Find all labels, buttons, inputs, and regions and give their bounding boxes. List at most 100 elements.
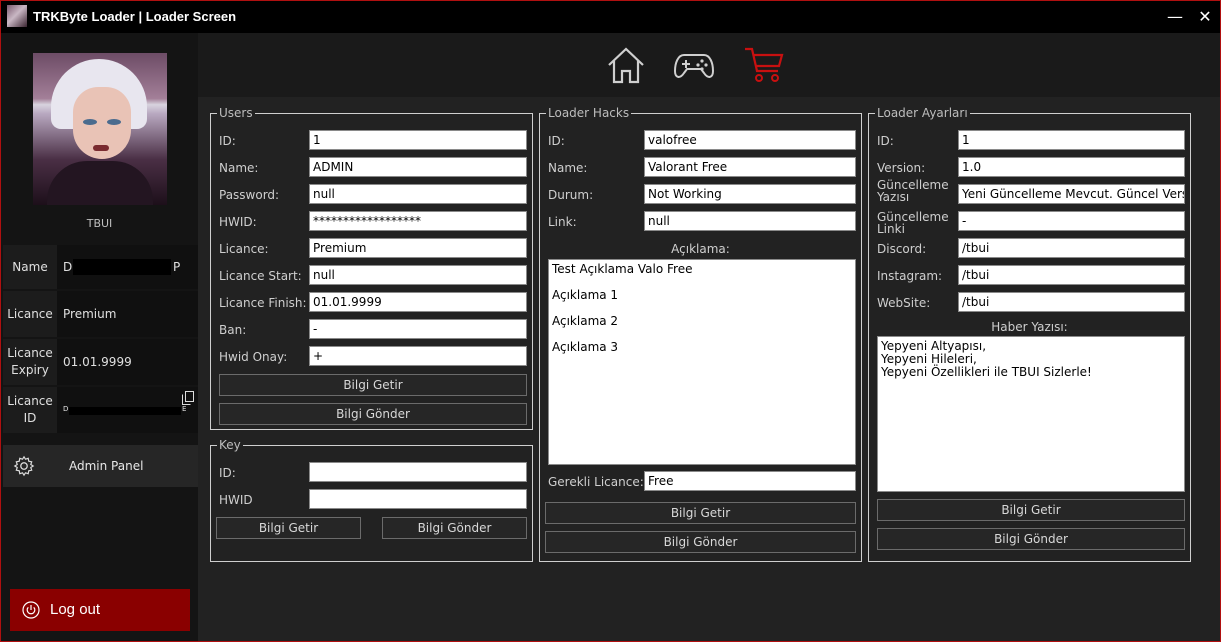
hack-link-field[interactable]: null — [644, 211, 856, 231]
info-row-licance-expiry: Licance Expiry 01.01.9999 — [3, 339, 198, 385]
field-label: Hwid Onay: — [219, 350, 288, 364]
field-label: Licance: — [219, 242, 269, 256]
hack-name-field[interactable]: Valorant Free — [644, 157, 856, 177]
settings-version-field[interactable]: 1.0 — [958, 157, 1185, 177]
info-label: Name — [3, 245, 57, 289]
main-content: Users ID: 1 Name: ADMIN Password: null H… — [198, 97, 1220, 641]
minimize-button[interactable]: — — [1165, 7, 1185, 27]
user-licance-finish-field[interactable]: 01.01.9999 — [309, 292, 527, 312]
news-label: Haber Yazısı: — [991, 320, 1068, 334]
field-label: Name: — [548, 161, 588, 175]
field-label: HWID: — [219, 215, 257, 229]
title-bar: TRKByte Loader | Loader Screen — ✕ — [1, 1, 1220, 33]
power-icon — [22, 601, 40, 619]
users-send-button[interactable]: Bilgi Gönder — [219, 403, 527, 425]
settings-send-button[interactable]: Bilgi Gönder — [877, 528, 1185, 550]
field-label: Durum: — [548, 188, 594, 202]
close-button[interactable]: ✕ — [1195, 7, 1215, 27]
copy-icon[interactable] — [182, 391, 194, 405]
field-label: ID: — [219, 134, 236, 148]
redacted-block — [69, 407, 181, 415]
field-label: ID: — [877, 134, 894, 148]
app-window: TRKByte Loader | Loader Screen — ✕ TBUI … — [0, 0, 1221, 642]
users-panel-title: Users — [217, 106, 255, 120]
field-label: Licance Start: — [219, 269, 302, 283]
user-id-field[interactable]: 1 — [309, 130, 527, 150]
user-hwid-field[interactable]: ****************** — [309, 211, 527, 231]
hacks-panel: Loader Hacks ID: valofree Name: Valorant… — [539, 106, 862, 562]
hacks-panel-title: Loader Hacks — [546, 106, 632, 120]
hack-durum-field[interactable]: Not Working — [644, 184, 856, 204]
field-label: Password: — [219, 188, 280, 202]
info-row-name: Name D P — [3, 245, 198, 289]
field-label: Güncelleme Yazısı — [877, 178, 949, 204]
field-label: Name: — [219, 161, 259, 175]
users-panel: Users ID: 1 Name: ADMIN Password: null H… — [210, 106, 533, 430]
hacks-get-button[interactable]: Bilgi Getir — [545, 502, 856, 524]
user-name-field[interactable]: ADMIN — [309, 157, 527, 177]
description-textarea[interactable]: Test Açıklama Valo Free Açıklama 1 Açıkl… — [548, 259, 856, 465]
redacted-block — [73, 259, 171, 275]
info-value-end: P — [173, 260, 181, 274]
logout-label: Log out — [50, 601, 101, 618]
username-label: TBUI — [86, 217, 113, 230]
field-label: HWID — [219, 493, 253, 507]
user-ban-field[interactable]: - — [309, 319, 527, 339]
user-licance-field[interactable]: Premium — [309, 238, 527, 258]
key-panel: Key ID: HWID Bilgi Getir Bilgi Gönder — [210, 438, 533, 562]
field-label: Güncelleme Linki — [877, 210, 949, 236]
key-get-button[interactable]: Bilgi Getir — [216, 517, 361, 539]
field-label: Instagram: — [877, 269, 943, 283]
cart-icon[interactable] — [744, 45, 784, 85]
logout-button[interactable]: Log out — [10, 589, 190, 631]
info-label: Licance — [3, 291, 57, 337]
settings-panel-title: Loader Ayarları — [875, 106, 970, 120]
key-send-button[interactable]: Bilgi Gönder — [382, 517, 527, 539]
avatar — [33, 53, 167, 205]
settings-update-link-field[interactable]: - — [958, 211, 1185, 231]
description-label: Açıklama: — [671, 242, 730, 256]
info-label: Licance ID — [3, 387, 57, 433]
key-panel-title: Key — [217, 438, 243, 452]
users-get-button[interactable]: Bilgi Getir — [219, 374, 527, 396]
key-id-field[interactable] — [309, 462, 527, 482]
hacks-send-button[interactable]: Bilgi Gönder — [545, 531, 856, 553]
info-value: Premium — [63, 307, 117, 321]
user-password-field[interactable]: null — [309, 184, 527, 204]
settings-update-text-field[interactable]: Yeni Güncelleme Mevcut. Güncel Versiy — [958, 184, 1185, 204]
gear-icon — [13, 455, 35, 477]
field-label: Discord: — [877, 242, 927, 256]
field-label: WebSite: — [877, 296, 931, 310]
info-value: 01.01.9999 — [63, 355, 132, 369]
gamepad-icon[interactable] — [674, 45, 714, 85]
settings-id-field[interactable]: 1 — [958, 130, 1185, 150]
info-value-end: E — [182, 405, 187, 413]
hack-id-field[interactable]: valofree — [644, 130, 856, 150]
settings-instagram-field[interactable]: /tbui — [958, 265, 1185, 285]
admin-panel-button[interactable]: Admin Panel — [3, 445, 198, 487]
info-row-licance: Licance Premium — [3, 291, 198, 337]
news-textarea[interactable]: Yepyeni Altyapısı, Yepyeni Hileleri, Yep… — [877, 336, 1185, 492]
admin-panel-label: Admin Panel — [69, 459, 144, 473]
user-hwid-onay-field[interactable]: + — [309, 346, 527, 366]
field-label: ID: — [219, 466, 236, 480]
hack-licence-field[interactable]: Free — [644, 471, 856, 491]
home-icon[interactable] — [606, 45, 646, 85]
settings-get-button[interactable]: Bilgi Getir — [877, 499, 1185, 521]
field-label: Gerekli Licance: — [548, 475, 644, 489]
settings-discord-field[interactable]: /tbui — [958, 238, 1185, 258]
field-label: Licance Finish: — [219, 296, 307, 310]
info-label: Licance Expiry — [3, 339, 57, 385]
field-label: Ban: — [219, 323, 247, 337]
settings-website-field[interactable]: /tbui — [958, 292, 1185, 312]
key-hwid-field[interactable] — [309, 489, 527, 509]
field-label: ID: — [548, 134, 565, 148]
info-value: D — [63, 260, 73, 274]
sidebar: TBUI Name D P Licance Premium Licance Ex… — [1, 33, 198, 641]
top-nav — [198, 33, 1220, 97]
field-label: Version: — [877, 161, 926, 175]
field-label: Link: — [548, 215, 577, 229]
settings-panel: Loader Ayarları ID: 1 Version: 1.0 Günce… — [868, 106, 1191, 562]
user-licance-start-field[interactable]: null — [309, 265, 527, 285]
info-value: D — [63, 405, 69, 413]
